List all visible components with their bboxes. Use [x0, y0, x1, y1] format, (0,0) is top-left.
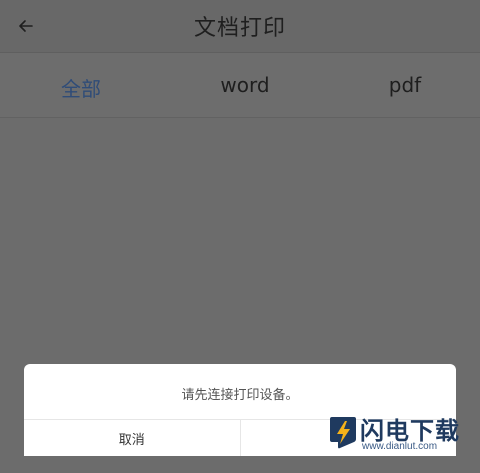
cancel-button[interactable]: 取消 [24, 420, 240, 456]
tab-word[interactable]: word [220, 73, 269, 97]
app-screen: 文档打印 全部 word pdf 请先连接打印设备。 取消 闪电下载 www.d… [0, 0, 480, 473]
top-bar: 文档打印 [0, 0, 480, 53]
page-title: 文档打印 [193, 16, 286, 41]
filter-tabs: 全部 word pdf [0, 53, 480, 118]
tab-pdf[interactable]: pdf [389, 73, 421, 97]
watermark: 闪电下载 www.dianlut.com [326, 411, 476, 461]
watermark-url: www.dianlut.com [362, 441, 438, 452]
tab-all[interactable]: 全部 [61, 73, 101, 102]
dialog-message: 请先连接打印设备。 [181, 388, 299, 403]
lightning-bolt-icon [330, 417, 356, 449]
